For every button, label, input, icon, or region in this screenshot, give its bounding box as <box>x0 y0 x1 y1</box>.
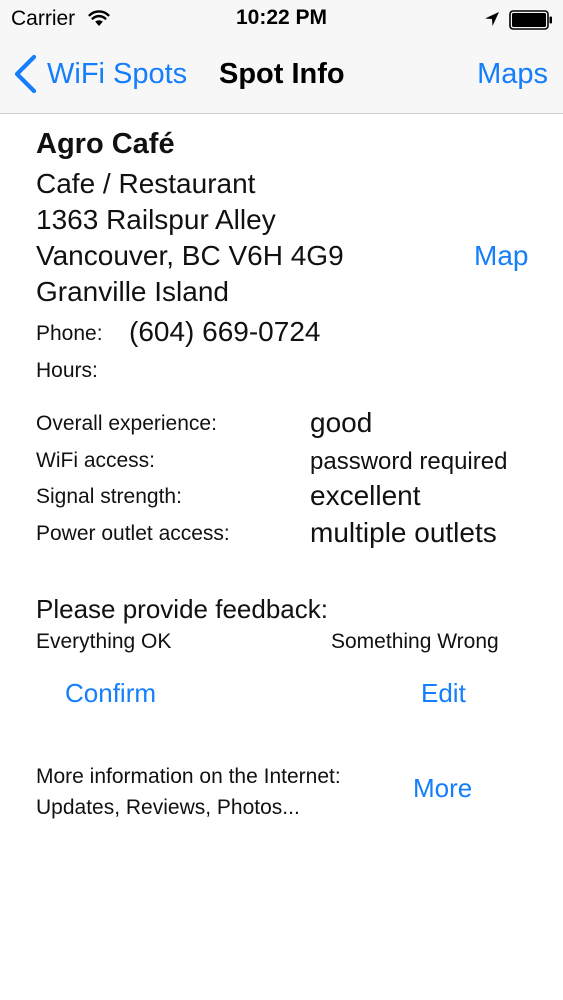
back-button-label: WiFi Spots <box>47 57 188 90</box>
map-link[interactable]: Map <box>474 240 528 272</box>
status-bar: Carrier 10:22 PM <box>0 0 563 38</box>
more-button[interactable]: More <box>413 773 472 804</box>
rating-label-power: Power outlet access: <box>36 522 230 545</box>
feedback-ok-label: Everything OK <box>36 630 172 653</box>
phone-label: Phone: <box>36 322 103 345</box>
edit-button[interactable]: Edit <box>421 678 466 709</box>
rating-value-overall: good <box>310 407 373 438</box>
rating-label-signal: Signal strength: <box>36 485 182 508</box>
page-title: Spot Info <box>219 58 345 90</box>
spot-name: Agro Café <box>36 128 175 160</box>
confirm-button[interactable]: Confirm <box>65 678 156 709</box>
hours-label: Hours: <box>36 359 98 382</box>
status-time: 10:22 PM <box>235 6 328 29</box>
rating-value-signal: excellent <box>310 480 421 511</box>
phone-number[interactable]: (604) 669-0724 <box>129 316 320 348</box>
rating-label-overall: Overall experience: <box>36 412 217 435</box>
spot-category: Cafe / Restaurant <box>36 168 256 199</box>
chevron-left-icon <box>14 54 37 94</box>
rating-value-wifi: password required <box>310 448 508 475</box>
spot-area: Granville Island <box>36 276 229 307</box>
spot-street: 1363 Railspur Alley <box>36 204 276 235</box>
feedback-wrong-label: Something Wrong <box>331 630 499 653</box>
back-button[interactable]: WiFi Spots <box>12 54 187 94</box>
battery-icon <box>509 10 552 30</box>
more-info-subtext: Updates, Reviews, Photos... <box>36 796 300 819</box>
spot-city: Vancouver, BC V6H 4G9 <box>36 240 344 271</box>
more-info-text: More information on the Internet: <box>36 765 341 788</box>
rating-value-power: multiple outlets <box>310 517 497 548</box>
location-arrow-icon <box>485 12 499 26</box>
maps-button[interactable]: Maps <box>477 58 548 91</box>
rating-label-wifi: WiFi access: <box>36 449 156 472</box>
feedback-heading: Please provide feedback: <box>36 594 328 624</box>
navigation-bar: WiFi Spots Spot Info Maps <box>0 38 563 114</box>
